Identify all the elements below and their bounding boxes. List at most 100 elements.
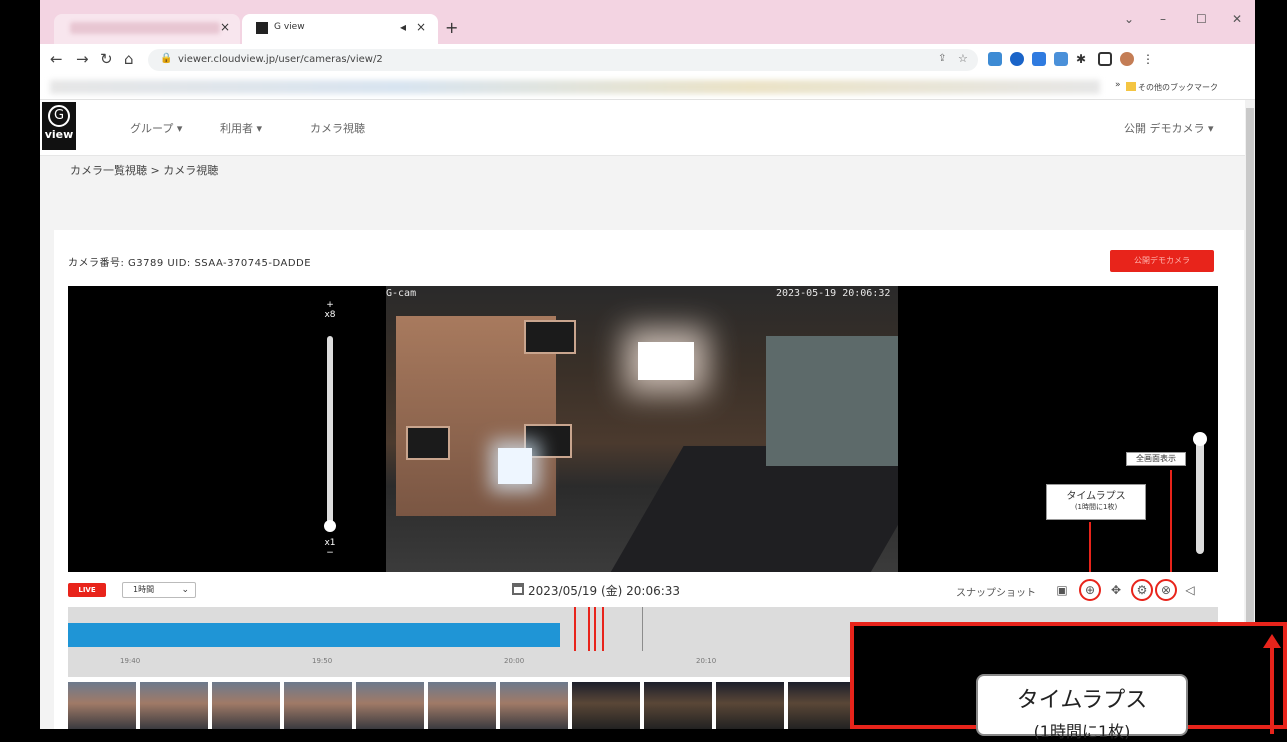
side-panel-icon[interactable] [1098, 52, 1112, 66]
thumbnail[interactable] [572, 682, 640, 729]
zoom-max-label: x8 [324, 310, 336, 320]
forward-icon[interactable]: → [76, 50, 89, 68]
camera-icon[interactable]: ▣ [1054, 582, 1070, 598]
avatar[interactable] [1120, 52, 1134, 66]
camera-feed: G-cam 2023-05-19 20:06:32 [386, 286, 898, 572]
thumbnail[interactable] [644, 682, 712, 729]
tab-search-icon[interactable]: ⌄ [1124, 12, 1134, 26]
player-controls: LIVE 1時間 ⌄ 2023/05/19 (金) 20:06:33 スナップシ… [68, 578, 1218, 604]
zoom-plus: + [326, 300, 334, 310]
back-icon[interactable]: ← [50, 50, 63, 68]
thumbnail[interactable] [428, 682, 496, 729]
blurred-tab-title [70, 22, 220, 34]
callout-arrow [1270, 644, 1274, 734]
timeline-marker [588, 607, 590, 651]
zoom-callout: タイムラプス (1時間に1枚) [850, 622, 1287, 741]
account-menu[interactable]: 公開 デモカメラ ▾ [1124, 120, 1214, 136]
thumbnail[interactable] [716, 682, 784, 729]
camera-info: カメラ番号: G3789 UID: SSAA-370745-DADDE [68, 258, 312, 269]
fullscreen-tooltip: 全画面表示 [1126, 452, 1186, 466]
menu-camera-view[interactable]: カメラ視聴 [310, 120, 365, 136]
vending-machine [498, 448, 532, 484]
favicon-icon [256, 22, 268, 34]
timelapse-tooltip-sub: (1時間に1枚) [1074, 503, 1118, 511]
annotation-arrow [1170, 470, 1172, 572]
audio-icon[interactable]: ◂ [400, 20, 406, 34]
new-tab-button[interactable]: + [445, 18, 458, 37]
live-badge[interactable]: LIVE [68, 583, 106, 597]
video-viewer[interactable]: + x8 x1 − G-cam 2023-05-19 20:06:32 全画面表… [68, 286, 1218, 572]
chevron-down-icon: ⌄ [181, 585, 189, 595]
breadcrumb[interactable]: カメラ一覧視聴 > カメラ視聴 [70, 162, 218, 178]
snapshot-label: スナップショット [956, 588, 1036, 599]
volume-slider[interactable] [1193, 432, 1207, 554]
thumbnail[interactable] [212, 682, 280, 729]
current-datetime: 2023/05/19 (金) 20:06:33 [528, 584, 681, 598]
zoom-knob[interactable] [324, 520, 336, 532]
range-select-value: 1時間 [133, 585, 155, 594]
lit-sign [638, 342, 694, 380]
url-bar[interactable]: 🔒 viewer.cloudview.jp/user/cameras/view/… [148, 49, 978, 71]
timeline-marker [574, 607, 576, 651]
zoom-slider[interactable]: + x8 x1 − [320, 300, 340, 560]
extension-icon[interactable] [1010, 52, 1024, 66]
timeline-label: 20:10 [696, 657, 717, 665]
tab-close-icon[interactable]: × [220, 20, 230, 34]
thumbnail[interactable] [140, 682, 208, 729]
share-icon[interactable]: ⇪ [938, 53, 946, 64]
recording-bar[interactable] [68, 623, 560, 647]
bookmarks-bar: » その他のブックマーク [40, 76, 1255, 100]
calendar-icon[interactable] [512, 583, 524, 595]
logo-g-icon: G [48, 105, 70, 127]
thumbnail[interactable] [356, 682, 424, 729]
volume-icon[interactable]: ◁ [1182, 582, 1198, 598]
app-header: G view グループ ▾ 利用者 ▾ カメラ視聴 公開 デモカメラ ▾ [40, 100, 1245, 156]
timeline-label: 20:00 [504, 657, 525, 665]
thumbnail[interactable] [284, 682, 352, 729]
extension-icon[interactable] [1032, 52, 1046, 66]
zoom-track[interactable] [327, 336, 333, 526]
timelapse-highlight-ring [1079, 579, 1101, 601]
callout-tooltip: タイムラプス (1時間に1枚) [976, 674, 1188, 741]
volume-knob[interactable] [1193, 432, 1207, 446]
thumbnail[interactable] [68, 682, 136, 729]
tab-g-view[interactable]: G view ◂ × [242, 14, 438, 44]
bookmark-star-icon[interactable]: ☆ [958, 52, 968, 65]
settings-highlight-ring [1131, 579, 1153, 601]
tab-blurred[interactable]: × [54, 14, 240, 44]
menu-groups[interactable]: グループ ▾ [130, 120, 182, 136]
timelapse-tooltip: タイムラプス (1時間に1枚) [1046, 484, 1146, 520]
range-select[interactable]: 1時間 ⌄ [122, 582, 196, 598]
tab-title: G view [274, 22, 305, 32]
minimize-icon[interactable]: – [1160, 12, 1166, 26]
extensions-puzzle-icon[interactable]: ✱ [1076, 52, 1090, 66]
timeline-label: 19:50 [312, 657, 333, 665]
window [406, 426, 450, 460]
browser-window: × G view ◂ × + ⌄ – ☐ ✕ ← → ↻ ⌂ 🔒 viewer.… [40, 0, 1255, 729]
home-icon[interactable]: ⌂ [124, 50, 134, 68]
thumbnail[interactable] [788, 682, 856, 729]
menu-kebab-icon[interactable]: ⋮ [1142, 52, 1156, 66]
extension-icon[interactable] [988, 52, 1002, 66]
right-building [766, 336, 898, 466]
gview-logo[interactable]: G view [42, 102, 76, 150]
window [524, 320, 576, 354]
timeline-marker [602, 607, 604, 651]
tab-close-icon[interactable]: × [416, 20, 426, 34]
zoom-minus: − [326, 548, 334, 558]
thumbnail[interactable] [500, 682, 568, 729]
new-extension-icon[interactable] [1054, 52, 1068, 66]
blurred-bookmarks [50, 80, 1100, 94]
bookmarks-more-icon[interactable]: » [1115, 80, 1121, 90]
osd-camera-name: G-cam [386, 288, 417, 299]
timeline-label: 19:40 [120, 657, 141, 665]
callout-sub: (1時間に1枚) [1033, 722, 1131, 741]
maximize-icon[interactable]: ☐ [1196, 12, 1207, 26]
reload-icon[interactable]: ↻ [100, 50, 113, 68]
move-icon[interactable]: ✥ [1108, 582, 1124, 598]
url-text: viewer.cloudview.jp/user/cameras/view/2 [178, 54, 383, 65]
other-bookmarks[interactable]: その他のブックマーク [1138, 82, 1218, 93]
menu-users[interactable]: 利用者 ▾ [220, 120, 262, 136]
public-demo-camera-button[interactable]: 公開デモカメラ [1110, 250, 1214, 272]
close-window-icon[interactable]: ✕ [1232, 12, 1242, 26]
